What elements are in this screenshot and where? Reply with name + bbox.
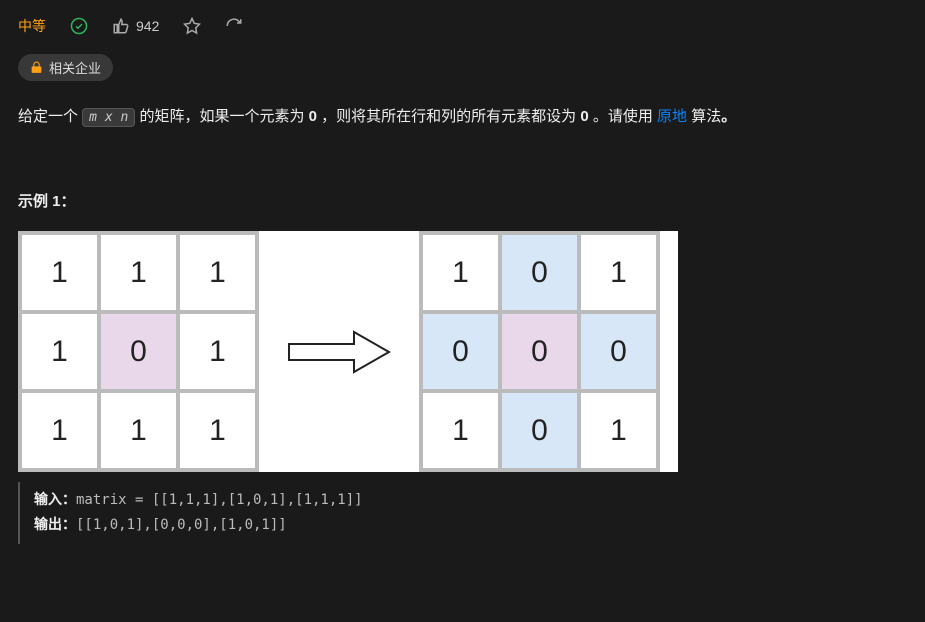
input-line: 输入：matrix = [[1,1,1],[1,0,1],[1,1,1]] <box>34 488 907 513</box>
star-icon <box>183 17 201 35</box>
matrix-cell: 1 <box>581 393 656 468</box>
matrix-cell: 1 <box>22 393 97 468</box>
matrix-cell: 1 <box>101 235 176 310</box>
matrix-input: 111101111 <box>18 231 259 472</box>
matrix-cell: 1 <box>423 393 498 468</box>
matrix-cell: 1 <box>101 393 176 468</box>
solved-indicator[interactable] <box>70 17 88 35</box>
matrix-cell: 0 <box>502 393 577 468</box>
share-button[interactable] <box>225 17 243 35</box>
tags-row: 相关企业 <box>18 54 907 81</box>
example1-heading: 示例 1： <box>18 190 907 211</box>
matrix-cell: 0 <box>502 314 577 389</box>
arrow-icon <box>279 317 399 387</box>
output-line: 输出：[[1,0,1],[0,0,0],[1,0,1]] <box>34 513 907 538</box>
like-button[interactable]: 942 <box>112 17 159 35</box>
matrix-cell: 0 <box>423 314 498 389</box>
matrix-output: 101000101 <box>419 231 660 472</box>
thumbs-up-icon <box>112 17 130 35</box>
favorite-button[interactable] <box>183 17 201 35</box>
code-mn: m x n <box>82 108 135 127</box>
inplace-link[interactable]: 原地 <box>657 108 687 125</box>
companies-tag-label: 相关企业 <box>49 58 101 77</box>
problem-description: 给定一个 m x n 的矩阵，如果一个元素为 0 ，则将其所在行和列的所有元素都… <box>18 103 907 130</box>
example1-figure: 111101111 101000101 <box>18 231 678 472</box>
problem-header: 中等 942 <box>18 16 907 36</box>
matrix-cell: 0 <box>581 314 656 389</box>
likes-count: 942 <box>136 18 159 34</box>
check-circle-icon <box>70 17 88 35</box>
matrix-cell: 1 <box>22 314 97 389</box>
matrix-cell: 0 <box>502 235 577 310</box>
difficulty-label: 中等 <box>18 16 46 36</box>
matrix-cell: 1 <box>581 235 656 310</box>
example1-io: 输入：matrix = [[1,1,1],[1,0,1],[1,1,1]] 输出… <box>18 482 907 544</box>
matrix-cell: 1 <box>180 314 255 389</box>
refresh-icon <box>225 17 243 35</box>
companies-tag[interactable]: 相关企业 <box>18 54 113 81</box>
matrix-cell: 0 <box>101 314 176 389</box>
lock-icon <box>30 61 43 74</box>
matrix-cell: 1 <box>180 235 255 310</box>
matrix-cell: 1 <box>22 235 97 310</box>
matrix-cell: 1 <box>180 393 255 468</box>
matrix-cell: 1 <box>423 235 498 310</box>
